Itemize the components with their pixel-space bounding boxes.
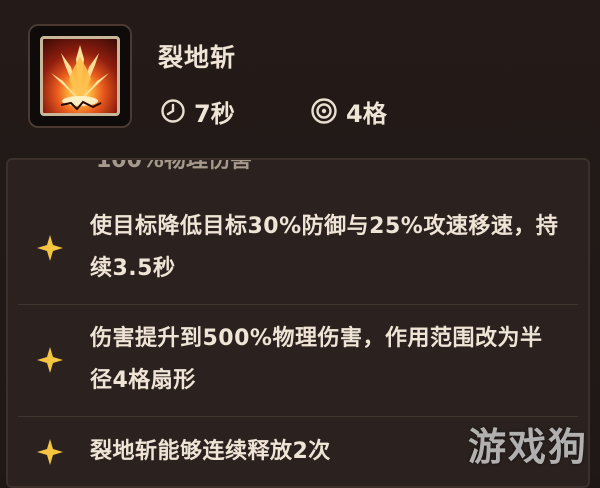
- sparkle-icon: [37, 347, 63, 373]
- skill-icon-frame: [28, 24, 132, 128]
- cut-off-line: 100%物理伤害: [96, 158, 252, 173]
- skill-header: 裂地斩 7秒 4格: [28, 24, 588, 152]
- cooldown-stat: 7秒: [160, 94, 235, 128]
- cooldown-value: 7秒: [194, 99, 235, 128]
- effect-text: 伤害提升到500%物理伤害，作用范围改为半径4格扇形: [90, 326, 543, 393]
- range-value: 4格: [346, 99, 387, 128]
- skill-tooltip: 裂地斩 7秒 4格 100%物理伤害 使目标降低目标30%防御与25%攻速移速，…: [0, 0, 600, 488]
- effect-text: 使目标降低目标30%防御与25%攻速移速，持续3.5秒: [90, 214, 559, 281]
- target-icon: [311, 98, 337, 124]
- range-stat: 4格: [310, 94, 387, 128]
- sparkle-icon: [37, 439, 63, 465]
- watermark: 游戏狗: [467, 425, 588, 469]
- flame-burst-graphic: [51, 45, 109, 111]
- effect-item: 伤害提升到500%物理伤害，作用范围改为半径4格扇形: [8, 310, 588, 410]
- effect-item: 使目标降低目标30%防御与25%攻速移速，持续3.5秒: [8, 198, 588, 298]
- ground-slash-fire-icon: [40, 36, 120, 116]
- skill-name: 裂地斩: [158, 43, 237, 72]
- sparkle-icon: [37, 235, 63, 261]
- divider: [18, 304, 578, 305]
- clock-icon: [161, 99, 185, 123]
